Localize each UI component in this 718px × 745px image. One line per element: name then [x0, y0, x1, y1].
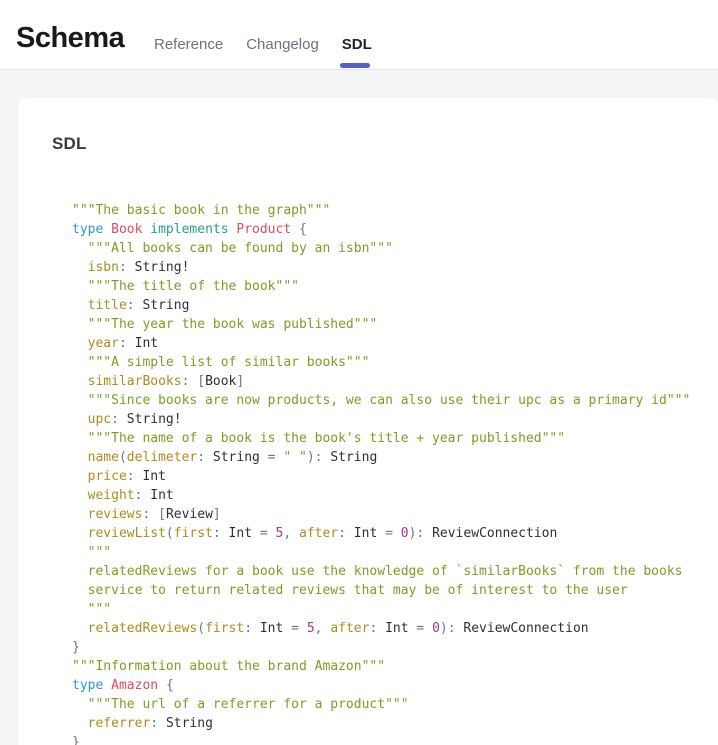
code-line: referrer: String	[72, 714, 718, 733]
code-line: reviews: [Review]	[72, 505, 718, 524]
code-line: similarBooks: [Book]	[72, 372, 718, 391]
code-line: """A simple list of similar books"""	[72, 353, 718, 372]
code-line: """Information about the brand Amazon"""	[72, 657, 718, 676]
code-line: type Book implements Product {	[72, 220, 718, 239]
code-line: """The title of the book"""	[72, 277, 718, 296]
active-tab-indicator	[340, 63, 370, 68]
code-line: """	[72, 543, 718, 562]
page-header: Schema Reference Changelog SDL	[0, 0, 718, 70]
tab-sdl-label: SDL	[342, 36, 372, 53]
code-line: price: Int	[72, 467, 718, 486]
code-line: """The url of a referrer for a product""…	[72, 695, 718, 714]
main-area: SDL """The basic book in the graph"""typ…	[0, 70, 718, 745]
code-line: isbn: String!	[72, 258, 718, 277]
tab-reference[interactable]: Reference	[154, 36, 223, 54]
code-line: relatedReviews for a book use the knowle…	[72, 562, 718, 581]
code-line: title: String	[72, 296, 718, 315]
tab-bar: Reference Changelog SDL	[154, 36, 372, 54]
code-line: relatedReviews(first: Int = 5, after: In…	[72, 619, 718, 638]
code-line: reviewList(first: Int = 5, after: Int = …	[72, 524, 718, 543]
code-line: """All books can be found by an isbn"""	[72, 239, 718, 258]
page-title: Schema	[16, 21, 124, 55]
tab-changelog[interactable]: Changelog	[246, 36, 319, 54]
code-line: }	[72, 638, 718, 657]
code-line: """The name of a book is the book's titl…	[72, 429, 718, 448]
code-line: """	[72, 600, 718, 619]
code-line: weight: Int	[72, 486, 718, 505]
sdl-card-heading: SDL	[52, 134, 718, 154]
code-line: """Since books are now products, we can …	[72, 391, 718, 410]
code-line: """The year the book was published"""	[72, 315, 718, 334]
tab-sdl[interactable]: SDL	[342, 36, 372, 54]
sdl-code: """The basic book in the graph"""type Bo…	[72, 201, 718, 745]
code-line: name(delimeter: String = " "): String	[72, 448, 718, 467]
code-line: service to return related reviews that m…	[72, 581, 718, 600]
code-line: }	[72, 733, 718, 745]
code-line: upc: String!	[72, 410, 718, 429]
code-line: year: Int	[72, 334, 718, 353]
code-line: type Amazon {	[72, 676, 718, 695]
code-line: """The basic book in the graph"""	[72, 201, 718, 220]
sdl-card: SDL """The basic book in the graph"""typ…	[18, 98, 718, 745]
